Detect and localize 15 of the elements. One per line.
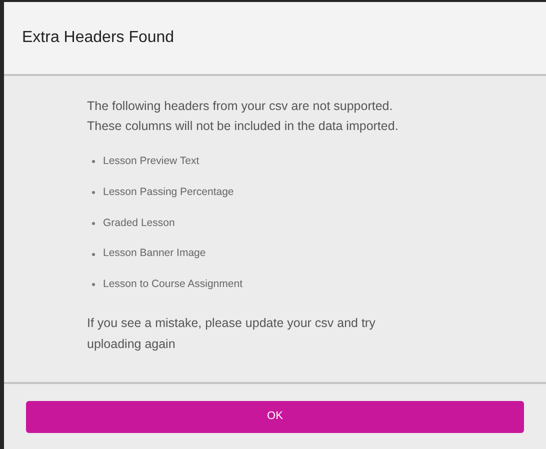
header-name: Lesson Preview Text [103,154,200,169]
bullet-icon [92,222,95,225]
bullet-icon [92,283,95,286]
header-name: Lesson Banner Image [103,246,206,262]
header-name: Graded Lesson [103,216,175,230]
header-name: Lesson to Course Assignment [103,277,242,292]
bullet-icon [92,191,95,194]
dialog-title: Extra Headers Found [22,28,174,48]
bullet-icon [92,252,95,256]
header-name: Lesson Passing Percentage [103,184,234,200]
ok-button[interactable]: OK [26,400,524,432]
bullet-icon [92,160,95,164]
message-text: The following headers from your csv are not supported. [87,98,394,115]
note-text: If you see a mistake, please update your csv and try uploading again [87,314,376,353]
message-text: These columns will not be included in the data imported. [87,118,400,135]
